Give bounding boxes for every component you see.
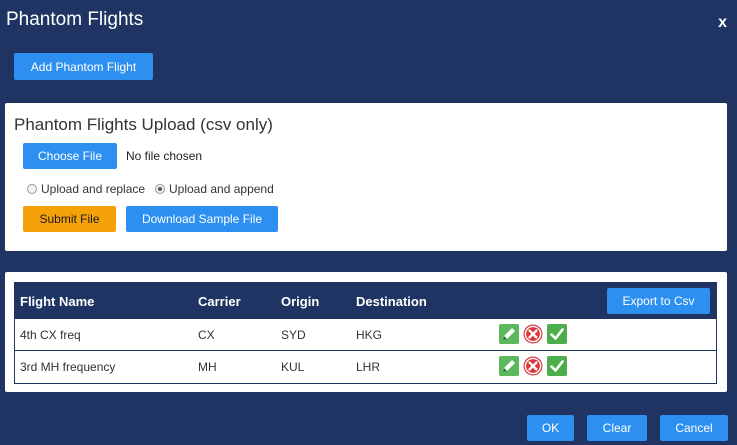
confirm-icon[interactable] [547, 356, 567, 376]
download-sample-file-button[interactable]: Download Sample File [126, 206, 278, 232]
header-origin: Origin [281, 294, 320, 309]
cell-destination: HKG [356, 328, 383, 342]
row-actions [499, 324, 567, 344]
cell-flight-name: 3rd MH frequency [20, 360, 116, 374]
dialog-title: Phantom Flights [6, 9, 144, 30]
submit-file-button[interactable]: Submit File [23, 206, 116, 232]
upload-append-option[interactable]: Upload and append [155, 182, 274, 196]
header-flight-name: Flight Name [20, 294, 95, 309]
cell-origin: KUL [281, 360, 305, 374]
upload-replace-radio[interactable] [27, 184, 37, 194]
upload-panel: Phantom Flights Upload (csv only) Choose… [5, 103, 727, 251]
upload-title: Phantom Flights Upload (csv only) [14, 115, 273, 134]
choose-file-button[interactable]: Choose File [23, 143, 117, 169]
flights-table: Flight Name Carrier Origin Destination E… [14, 282, 717, 384]
edit-icon[interactable] [499, 356, 519, 376]
upload-append-radio[interactable] [155, 184, 165, 194]
flights-table-panel: Flight Name Carrier Origin Destination E… [5, 272, 727, 392]
no-file-text: No file chosen [126, 149, 203, 163]
close-button[interactable]: x [718, 14, 727, 32]
edit-icon[interactable] [499, 324, 519, 344]
cancel-button[interactable]: Cancel [660, 415, 728, 441]
table-row: 3rd MH frequency MH KUL LHR [15, 351, 716, 383]
row-actions [499, 356, 567, 376]
cell-carrier: MH [198, 360, 217, 374]
add-phantom-flight-button[interactable]: Add Phantom Flight [14, 53, 153, 80]
cell-origin: SYD [281, 328, 306, 342]
header-carrier: Carrier [198, 294, 241, 309]
export-to-csv-button[interactable]: Export to Csv [607, 288, 710, 314]
upload-append-label: Upload and append [169, 182, 274, 196]
cell-flight-name: 4th CX freq [20, 328, 81, 342]
table-header: Flight Name Carrier Origin Destination E… [15, 283, 716, 319]
clear-button[interactable]: Clear [587, 415, 647, 441]
delete-icon[interactable] [523, 356, 543, 376]
table-row: 4th CX freq CX SYD HKG [15, 319, 716, 351]
upload-replace-label: Upload and replace [41, 182, 146, 196]
ok-button[interactable]: OK [527, 415, 574, 441]
upload-replace-option[interactable]: Upload and replace [27, 182, 145, 196]
cell-carrier: CX [198, 328, 215, 342]
confirm-icon[interactable] [547, 324, 567, 344]
delete-icon[interactable] [523, 324, 543, 344]
header-destination: Destination [356, 294, 427, 309]
cell-destination: LHR [356, 360, 381, 374]
